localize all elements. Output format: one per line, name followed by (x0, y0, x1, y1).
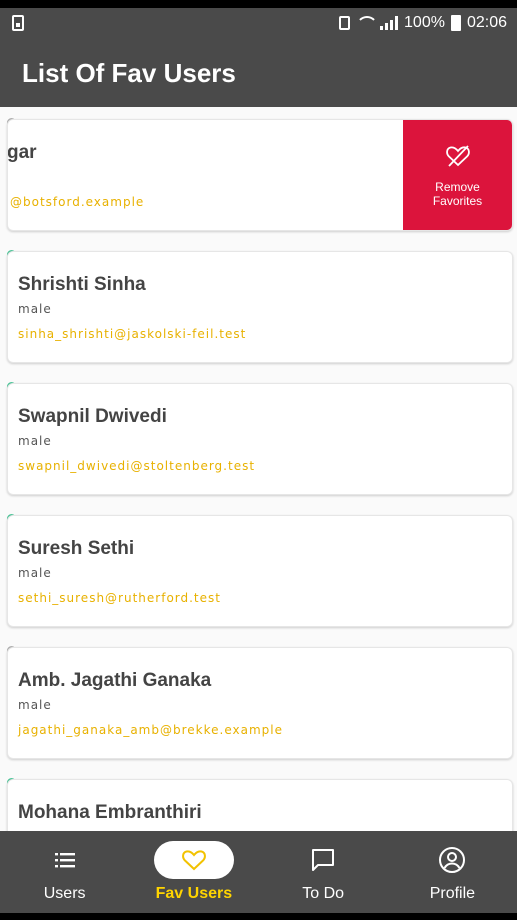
nav-icon-container (283, 841, 363, 879)
wifi-icon (356, 16, 379, 30)
status-bar-right: 100% 02:06 (339, 14, 507, 32)
app-bar: List Of Fav Users (0, 40, 517, 107)
nav-icon-container (153, 841, 234, 879)
user-card[interactable]: Swapnil Dwivedi male swapnil_dwivedi@sto… (7, 383, 513, 495)
page-title: List Of Fav Users (22, 58, 236, 88)
nav-item-users[interactable]: Users (0, 831, 129, 913)
bottom-navigation: Users Fav Users To Do Profile (0, 831, 517, 913)
clock: 02:06 (466, 14, 507, 31)
user-name: Swapnil Dwivedi (18, 406, 167, 427)
user-card[interactable]: Suresh Sethi male sethi_suresh@rutherfor… (7, 515, 513, 627)
nav-item-to-do[interactable]: To Do (259, 831, 388, 913)
nav-label: Profile (429, 885, 476, 902)
list-item[interactable]: Amb. Jagathi Ganaka male jagathi_ganaka_… (0, 635, 517, 767)
list-item[interactable]: gar @botsford.example Remove Favorites (0, 107, 517, 239)
user-gender: male (18, 566, 52, 580)
signal-icon (380, 16, 399, 30)
sim-card-icon (12, 15, 24, 31)
user-gender: male (18, 302, 52, 316)
account-circle-icon (439, 847, 466, 873)
user-email: sethi_suresh@rutherford.test (18, 591, 221, 605)
chat-icon (312, 849, 335, 871)
user-gender: male (18, 434, 52, 448)
remove-action-label-line2: Favorites (432, 194, 483, 208)
remove-favorites-button[interactable]: Remove Favorites (403, 120, 512, 230)
user-email: sinha_shrishti@jaskolski-feil.test (18, 327, 247, 341)
user-card[interactable]: Mohana Embranthiri (7, 779, 513, 831)
user-name: Shrishti Sinha (18, 274, 146, 295)
nav-item-fav-users[interactable]: Fav Users (129, 831, 258, 913)
user-name: Amb. Jagathi Ganaka (18, 670, 212, 691)
user-name: gar (7, 142, 37, 163)
user-email: swapnil_dwivedi@stoltenberg.test (18, 459, 256, 473)
user-email: jagathi_ganaka_amb@brekke.example (18, 723, 283, 737)
user-name: Mohana Embranthiri (18, 802, 202, 823)
nav-label: To Do (302, 885, 345, 902)
user-email: @botsford.example (10, 195, 145, 209)
user-card[interactable]: gar @botsford.example Remove Favorites (7, 119, 513, 231)
user-name: Suresh Sethi (18, 538, 135, 559)
list-item[interactable]: Shrishti Sinha male sinha_shrishti@jasko… (0, 239, 517, 371)
app-screen: 100% 02:06 List Of Fav Users gar @botsfo… (0, 8, 517, 913)
status-bar: 100% 02:06 (0, 8, 517, 40)
heart-icon (181, 850, 206, 871)
battery-icon (450, 15, 461, 31)
nav-icon-container (412, 841, 492, 879)
battery-percent: 100% (404, 14, 445, 31)
nav-item-profile[interactable]: Profile (388, 831, 517, 913)
user-gender: male (18, 698, 52, 712)
user-card[interactable]: Amb. Jagathi Ganaka male jagathi_ganaka_… (7, 647, 513, 759)
nav-icon-container (25, 841, 105, 879)
user-card[interactable]: Shrishti Sinha male sinha_shrishti@jasko… (7, 251, 513, 363)
heart-off-icon (445, 145, 470, 167)
nav-label: Users (43, 885, 86, 902)
fav-users-list[interactable]: gar @botsford.example Remove Favorites S… (0, 107, 517, 831)
remove-action-label-line1: Remove (435, 180, 480, 194)
device-frame: 100% 02:06 List Of Fav Users gar @botsfo… (0, 0, 517, 920)
nav-label: Fav Users (155, 885, 233, 902)
list-item[interactable]: Swapnil Dwivedi male swapnil_dwivedi@sto… (0, 371, 517, 503)
list-icon (54, 853, 75, 868)
list-item[interactable]: Mohana Embranthiri (0, 767, 517, 831)
list-item[interactable]: Suresh Sethi male sethi_suresh@rutherfor… (0, 503, 517, 635)
lock-icon (339, 16, 351, 30)
